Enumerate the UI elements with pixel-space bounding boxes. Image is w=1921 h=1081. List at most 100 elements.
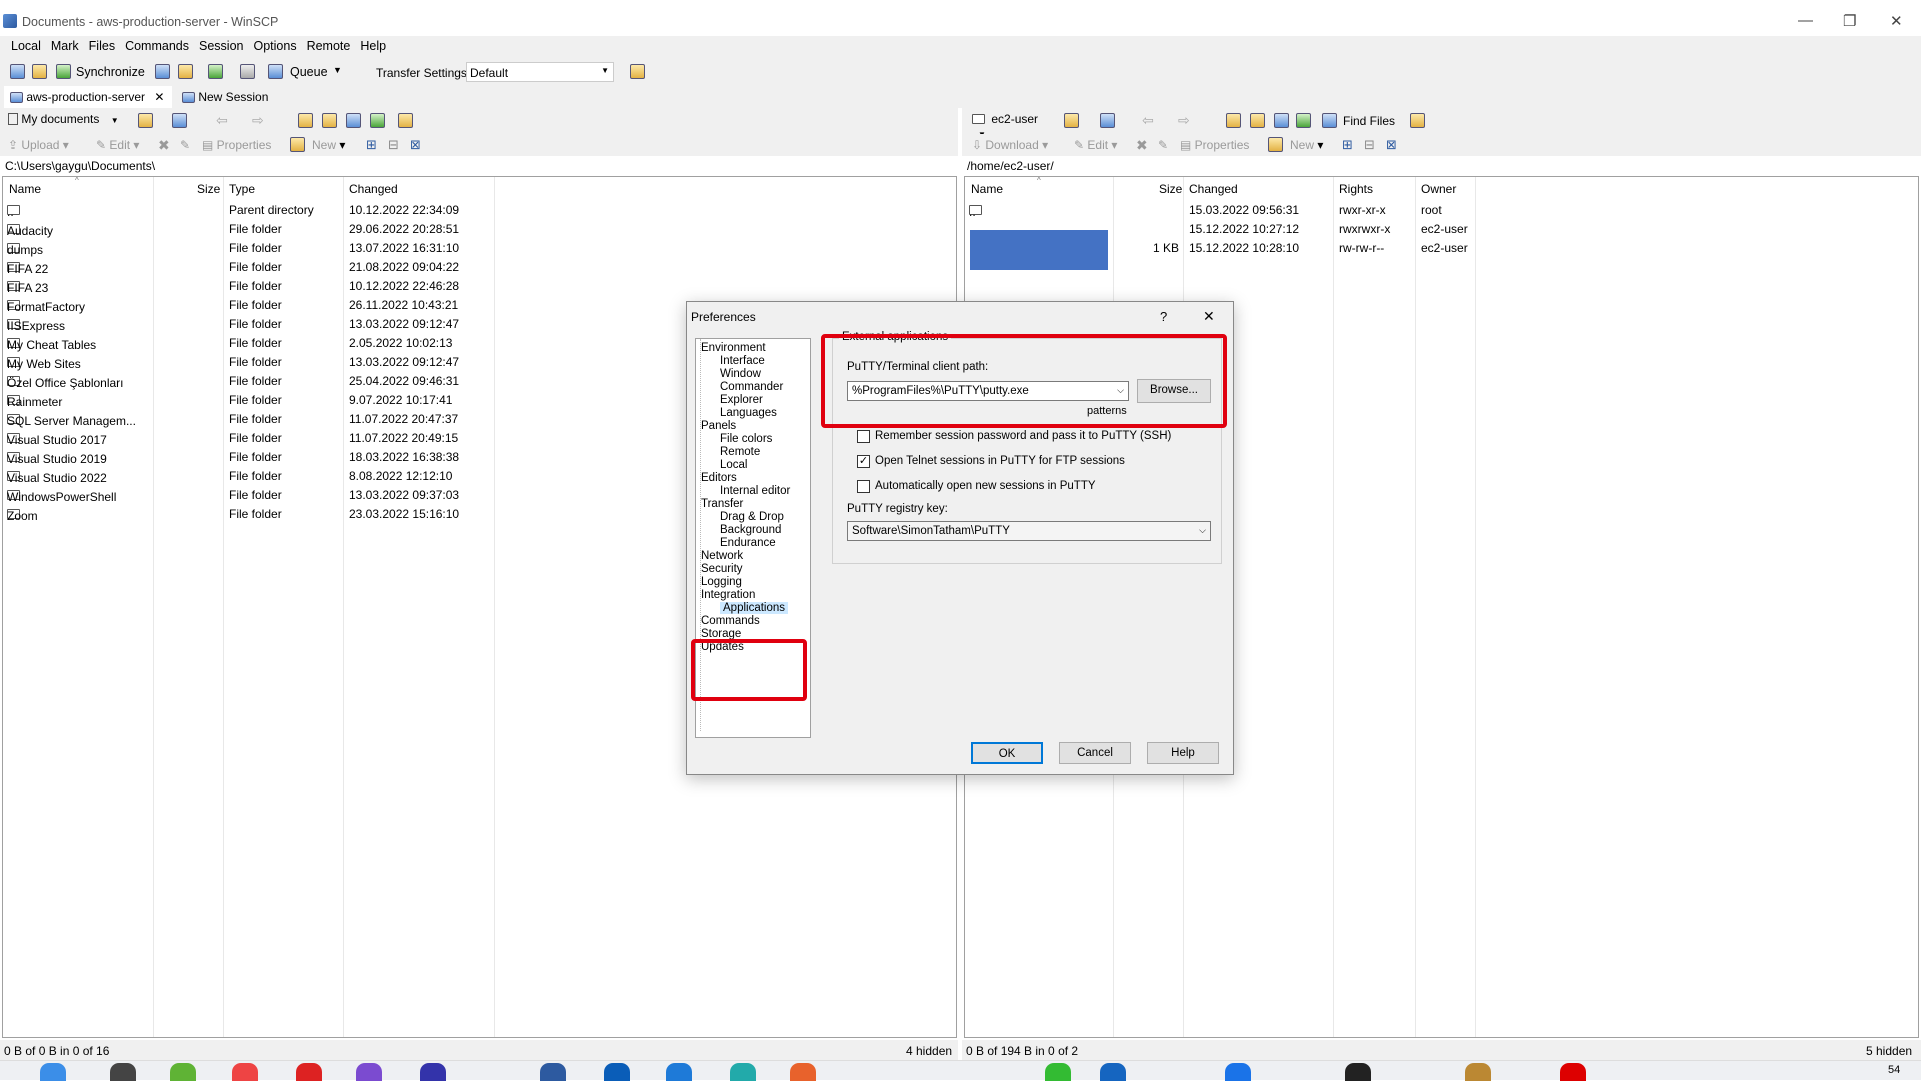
col-name[interactable]: Name xyxy=(9,179,41,199)
table-row[interactable]: FIFA 23 File folder 10.12.2022 22:46:28 xyxy=(3,277,483,296)
winscp-taskbar-icon[interactable] xyxy=(540,1063,566,1081)
table-row[interactable]: Audacity File folder 29.06.2022 20:28:51 xyxy=(3,220,483,239)
app-icon[interactable] xyxy=(790,1063,816,1081)
menu-help[interactable]: Help xyxy=(355,36,391,53)
col-changed[interactable]: Changed xyxy=(349,179,398,199)
home-icon[interactable] xyxy=(346,113,361,128)
back-arrow-icon[interactable]: ⇦ xyxy=(216,112,228,129)
properties-button[interactable]: ▤ Properties xyxy=(202,138,271,152)
tree-item-logging[interactable]: Logging xyxy=(701,576,742,588)
tab-new-session[interactable]: New Session xyxy=(176,86,274,108)
table-row[interactable]: 1 KB 15.12.2022 10:28:10 rw-rw-r-- ec2-user xyxy=(965,239,1485,258)
compare-dirs-icon[interactable] xyxy=(10,64,25,79)
tree-toggle-icon[interactable] xyxy=(1410,113,1425,128)
tree-item-background[interactable]: Background xyxy=(720,524,781,536)
open-telnet-checkbox[interactable]: ✓ xyxy=(857,455,870,468)
upload-button[interactable]: ⇪ Upload ▾ xyxy=(8,138,69,152)
refresh-icon[interactable] xyxy=(370,113,385,128)
new-button[interactable]: New ▾ xyxy=(312,138,345,152)
select-all-icon[interactable]: ⊞ xyxy=(366,137,377,153)
col-size[interactable]: Size xyxy=(1159,179,1182,199)
menu-session[interactable]: Session xyxy=(194,36,248,53)
download-button[interactable]: ⇩ Download ▾ xyxy=(972,138,1048,152)
app-icon[interactable] xyxy=(1225,1063,1251,1081)
open-folder-icon[interactable] xyxy=(138,113,153,128)
table-row[interactable]: Visual Studio 2019 File folder 18.03.2022 … xyxy=(3,448,483,467)
tree-item-security[interactable]: Security xyxy=(701,563,743,575)
tree-item-languages[interactable]: Languages xyxy=(720,407,777,419)
new-folder-icon[interactable] xyxy=(1268,137,1283,152)
tree-item-applications[interactable]: Applications xyxy=(720,602,789,614)
site-manager-icon[interactable] xyxy=(208,64,223,79)
root-dir-icon[interactable] xyxy=(1250,113,1265,128)
col-changed[interactable]: Changed xyxy=(1189,179,1238,199)
table-row[interactable]: dumps File folder 13.07.2022 16:31:10 xyxy=(3,239,483,258)
unselect-all-icon[interactable]: ⊟ xyxy=(1364,137,1375,153)
tree-item-internal-editor[interactable]: Internal editor xyxy=(720,485,790,497)
table-row[interactable]: Rainmeter File folder 9.07.2022 10:17:41 xyxy=(3,391,483,410)
tree-item-drag-drop[interactable]: Drag & Drop xyxy=(720,511,784,523)
local-location-select[interactable]: My documents ▼ xyxy=(8,112,132,130)
tree-item-file-colors[interactable]: File colors xyxy=(720,433,772,445)
app-icon[interactable] xyxy=(1100,1063,1126,1081)
close-tab-icon[interactable]: ✕ xyxy=(154,90,164,104)
back-arrow-icon[interactable]: ⇦ xyxy=(1142,112,1154,129)
remote-location-select[interactable]: ec2-user ▼ xyxy=(972,112,1054,139)
ok-button[interactable]: OK xyxy=(971,742,1043,764)
table-row[interactable]: FIFA 22 File folder 21.08.2022 09:04:22 xyxy=(3,258,483,277)
app-icon[interactable] xyxy=(604,1063,630,1081)
chevron-down-icon[interactable]: ▼ xyxy=(333,65,342,75)
file-explorer-icon[interactable] xyxy=(40,1063,66,1081)
transfer-settings-select[interactable]: Default ▼ xyxy=(466,62,614,82)
root-dir-icon[interactable] xyxy=(322,113,337,128)
tree-item-editors[interactable]: Editors xyxy=(701,472,737,484)
help-glyph-icon[interactable]: ? xyxy=(1160,309,1167,324)
queue-icon[interactable] xyxy=(268,64,283,79)
app-icon[interactable] xyxy=(666,1063,692,1081)
menu-files[interactable]: Files xyxy=(84,36,120,53)
app-icon[interactable] xyxy=(1560,1063,1586,1081)
home-icon[interactable] xyxy=(1274,113,1289,128)
refresh-icon[interactable] xyxy=(1296,113,1311,128)
close-window-icon[interactable]: ✕ xyxy=(1890,12,1903,30)
col-size[interactable]: Size xyxy=(197,179,220,199)
menu-options[interactable]: Options xyxy=(248,36,301,53)
synchronize-button[interactable]: Synchronize xyxy=(76,65,145,79)
restore-icon[interactable]: ❐ xyxy=(1843,12,1856,30)
tree-item-panels[interactable]: Panels xyxy=(701,420,736,432)
table-row[interactable]: FormatFactory File folder 26.11.2022 10:43… xyxy=(3,296,483,315)
table-row[interactable]: 15.12.2022 10:27:12 rwxrwxr-x ec2-user xyxy=(965,220,1485,239)
app-icon[interactable] xyxy=(730,1063,756,1081)
table-row[interactable]: SQL Server Managem... File folder 11.07.20… xyxy=(3,410,483,429)
find-files-button[interactable]: Find Files xyxy=(1343,114,1395,128)
menu-mark[interactable]: Mark xyxy=(46,36,84,53)
tree-item-commands[interactable]: Commands xyxy=(701,615,760,627)
table-row[interactable]: My Web Sites File folder 13.03.2022 09:12:… xyxy=(3,353,483,372)
menu-local[interactable]: Local xyxy=(6,36,46,53)
transfer-presets-icon[interactable] xyxy=(630,64,645,79)
app-icon[interactable] xyxy=(420,1063,446,1081)
col-type[interactable]: Type xyxy=(229,179,255,199)
app-icon[interactable] xyxy=(1345,1063,1371,1081)
rename-icon[interactable]: ✎ xyxy=(1158,138,1168,152)
parent-dir-icon[interactable] xyxy=(1226,113,1241,128)
putty-icon[interactable] xyxy=(178,64,193,79)
table-row[interactable]: .. Parent directory 10.12.2022 22:34:09 xyxy=(3,201,483,220)
close-dialog-icon[interactable]: ✕ xyxy=(1203,308,1215,325)
table-row[interactable]: Visual Studio 2022 File folder 8.08.2022 1… xyxy=(3,467,483,486)
tree-toggle-icon[interactable] xyxy=(398,113,413,128)
synchronize-icon[interactable] xyxy=(56,64,71,79)
tab-session[interactable]: aws-production-server ✕ xyxy=(4,86,172,108)
app-icon[interactable] xyxy=(296,1063,322,1081)
queue-button[interactable]: Queue xyxy=(290,65,328,79)
app-icon[interactable] xyxy=(170,1063,196,1081)
unselect-all-icon[interactable]: ⊟ xyxy=(388,137,399,153)
select-all-icon[interactable]: ⊞ xyxy=(1342,137,1353,153)
tree-item-endurance[interactable]: Endurance xyxy=(720,537,776,549)
col-name[interactable]: Name xyxy=(971,179,1003,199)
tree-item-window[interactable]: Window xyxy=(720,368,761,380)
rename-icon[interactable]: ✎ xyxy=(180,138,190,152)
table-row[interactable]: Zoom File folder 23.03.2022 15:16:10 xyxy=(3,505,483,524)
remember-password-checkbox[interactable] xyxy=(857,430,870,443)
table-row[interactable]: IISExpress File folder 13.03.2022 09:12:47 xyxy=(3,315,483,334)
